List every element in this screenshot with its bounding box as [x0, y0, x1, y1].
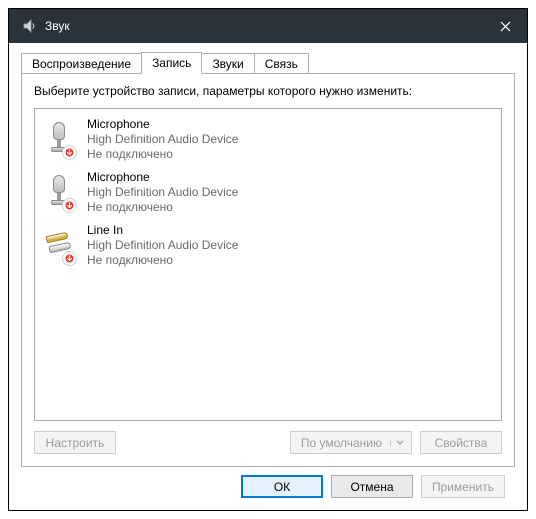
device-status: Не подключено [87, 147, 238, 162]
microphone-icon [43, 173, 77, 213]
titlebar[interactable]: Звук [9, 9, 527, 43]
window-title: Звук [45, 19, 70, 33]
instruction-text: Выберите устройство записи, параметры ко… [34, 84, 502, 98]
recording-panel: Выберите устройство записи, параметры ко… [21, 73, 515, 467]
apply-button[interactable]: Применить [421, 475, 505, 498]
tab-sounds[interactable]: Звуки [201, 53, 254, 73]
device-driver: High Definition Audio Device [87, 238, 238, 253]
list-item[interactable]: Microphone High Definition Audio Device … [35, 166, 501, 219]
set-default-button[interactable]: По умолчанию [290, 431, 412, 454]
configure-button[interactable]: Настроить [34, 431, 116, 454]
tab-playback[interactable]: Воспроизведение [21, 53, 142, 73]
properties-button[interactable]: Свойства [420, 431, 502, 454]
dialog-button-row: ОК Отмена Применить [21, 467, 515, 500]
sound-dialog-window: Звук Воспроизведение Запись Звуки Связь … [8, 8, 528, 511]
close-icon [500, 21, 511, 32]
device-name: Microphone [87, 170, 238, 185]
sound-app-icon [21, 18, 37, 34]
device-status: Не подключено [87, 200, 238, 215]
panel-button-row: Настроить По умолчанию Свойства [34, 431, 502, 454]
device-driver: High Definition Audio Device [87, 185, 238, 200]
device-status: Не подключено [87, 253, 238, 268]
microphone-icon [43, 120, 77, 160]
cancel-button[interactable]: Отмена [331, 475, 413, 498]
list-item[interactable]: Microphone High Definition Audio Device … [35, 113, 501, 166]
device-driver: High Definition Audio Device [87, 132, 238, 147]
close-button[interactable] [483, 9, 527, 43]
unplugged-badge-icon [62, 251, 77, 266]
tab-communications[interactable]: Связь [254, 53, 309, 73]
tabstrip: Воспроизведение Запись Звуки Связь [21, 51, 515, 73]
unplugged-badge-icon [62, 198, 77, 213]
tab-recording[interactable]: Запись [141, 52, 202, 74]
client-area: Воспроизведение Запись Звуки Связь Выбер… [9, 43, 527, 510]
unplugged-badge-icon [62, 145, 77, 160]
ok-button[interactable]: ОК [241, 475, 323, 498]
device-list[interactable]: Microphone High Definition Audio Device … [34, 108, 502, 421]
list-item[interactable]: Line In High Definition Audio Device Не … [35, 219, 501, 272]
line-in-icon [43, 226, 77, 266]
chevron-down-icon [390, 440, 409, 446]
device-name: Line In [87, 223, 238, 238]
device-name: Microphone [87, 117, 238, 132]
